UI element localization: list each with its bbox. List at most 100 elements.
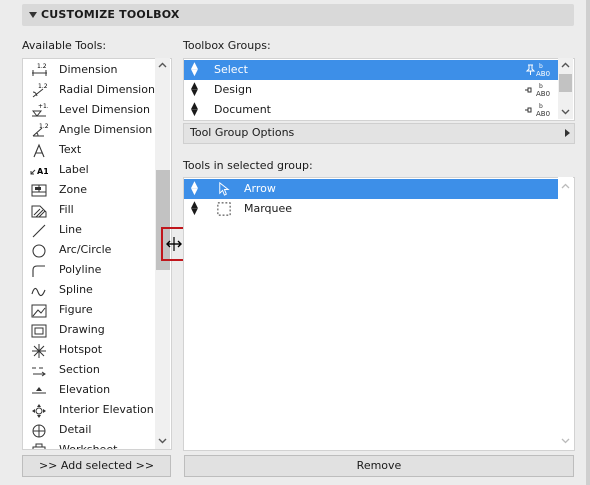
remove-button[interactable]: Remove — [184, 455, 574, 477]
group-tool-row[interactable]: ▲ ▼ Arrow — [184, 179, 558, 199]
available-tool-label: Figure — [59, 303, 93, 316]
dimension-icon: 1.2 — [32, 63, 47, 76]
label-icon: A1 — [30, 167, 48, 176]
available-tool-item[interactable]: Drawing — [23, 320, 156, 340]
available-tool-label: Detail — [59, 423, 92, 436]
group-tool-row[interactable]: ▲ ▼ Marquee — [184, 199, 558, 219]
svg-text:b: b — [539, 83, 543, 90]
scroll-up-icon[interactable] — [558, 58, 573, 73]
scroll-down-icon[interactable] — [558, 433, 573, 448]
available-tool-item[interactable]: Worksheet — [23, 440, 156, 450]
available-tool-label: Section — [59, 363, 100, 376]
tools-scrollbar[interactable] — [558, 177, 573, 449]
group-name: Select — [214, 63, 248, 76]
available-tool-label: Elevation — [59, 383, 111, 396]
available-tool-item[interactable]: Figure — [23, 300, 156, 320]
drag-reorder-icon[interactable]: ▲ ▼ — [191, 102, 198, 118]
panel-edge — [586, 0, 590, 485]
available-tool-label: Zone — [59, 183, 88, 196]
polyline-icon — [32, 265, 45, 277]
drag-reorder-icon[interactable]: ▲ ▼ — [191, 62, 198, 78]
scroll-up-icon[interactable] — [558, 179, 573, 194]
available-tool-label: Label — [59, 163, 89, 176]
hotspot-icon — [32, 344, 46, 358]
figure-icon — [31, 304, 47, 318]
available-tool-item[interactable]: Zone — [23, 180, 156, 200]
tools-in-group-label: Tools in selected group: — [183, 159, 313, 172]
drag-reorder-icon[interactable]: ▲ ▼ — [191, 82, 198, 98]
svg-text:AB0: AB0 — [536, 110, 550, 118]
line-icon — [32, 224, 46, 238]
link-label-icon: AB0b — [525, 103, 550, 118]
worksheet-icon — [32, 443, 46, 449]
svg-text:AB0: AB0 — [536, 70, 550, 78]
available-tools-list[interactable]: 1.2 Dimension 1.2 Radial Dimension +1.2 Level… — [22, 58, 172, 450]
arrow-cursor-icon — [219, 181, 230, 196]
available-tool-label: Arc/Circle — [59, 243, 112, 256]
tool-group-options-label: Tool Group Options — [190, 126, 295, 139]
available-tool-label: Fill — [59, 203, 74, 216]
radial-dimension-icon: 1.2 — [32, 83, 48, 98]
svg-text:+1.2: +1.2 — [38, 103, 48, 110]
svg-text:b: b — [539, 103, 543, 110]
fill-icon — [31, 205, 47, 218]
available-tools-label: Available Tools: — [22, 39, 107, 52]
toolbox-group-row[interactable]: ▲ ▼ Document AB0 b — [184, 100, 558, 120]
available-tool-label: Interior Elevation — [59, 403, 154, 416]
available-tool-item[interactable]: 1.2 Dimension — [23, 60, 156, 80]
available-tool-item[interactable]: +1.2 Level Dimension — [23, 100, 156, 120]
drag-reorder-icon[interactable]: ▲ ▼ — [191, 181, 198, 197]
tools-in-group-list[interactable]: ▲ ▼ Arrow ▲ ▼ Marquee — [183, 177, 575, 451]
arc-circle-icon — [32, 244, 46, 258]
available-tool-item[interactable]: A1 Label — [23, 160, 156, 180]
group-name: Design — [214, 83, 252, 96]
available-tool-item[interactable]: Detail — [23, 420, 156, 440]
available-tool-item[interactable]: Spline — [23, 280, 156, 300]
resize-horizontal-icon — [166, 237, 182, 251]
available-tool-label: Drawing — [59, 323, 105, 336]
scrollbar-thumb[interactable] — [559, 74, 572, 92]
toolbox-groups-list[interactable]: ▲ ▼ Select AB0 b ▲ ▼ Design AB0 b ▲ ▼ Document AB0 b — [183, 58, 575, 121]
available-tool-label: Polyline — [59, 263, 102, 276]
available-tool-item[interactable]: Section — [23, 360, 156, 380]
available-tool-item[interactable]: Hotspot — [23, 340, 156, 360]
collapse-triangle-icon — [29, 12, 37, 18]
toolbox-group-row[interactable]: ▲ ▼ Design AB0 b — [184, 80, 558, 100]
svg-text:AB0: AB0 — [536, 90, 550, 98]
marquee-icon — [217, 202, 231, 216]
group-tool-label: Marquee — [244, 202, 293, 215]
available-tool-item[interactable]: Elevation — [23, 380, 156, 400]
scroll-up-icon[interactable] — [155, 58, 170, 73]
level-dimension-icon: +1.2 — [31, 103, 48, 117]
toolbox-group-row[interactable]: ▲ ▼ Select AB0 b — [184, 60, 558, 80]
available-tool-item[interactable]: 1.2 Radial Dimension — [23, 80, 156, 100]
drag-reorder-icon[interactable]: ▲ ▼ — [191, 201, 198, 217]
available-tool-label: Worksheet — [59, 443, 118, 450]
available-tool-item[interactable]: Text — [23, 140, 156, 160]
svg-text:b: b — [539, 63, 543, 70]
available-tool-item[interactable]: Fill — [23, 200, 156, 220]
available-tool-label: Radial Dimension — [59, 83, 155, 96]
panel-title: CUSTOMIZE TOOLBOX — [41, 8, 180, 21]
elevation-icon — [32, 387, 46, 394]
link-label-icon: AB0b — [525, 83, 550, 98]
available-tool-item[interactable]: 1.2 Angle Dimension — [23, 120, 156, 140]
available-tool-label: Hotspot — [59, 343, 103, 356]
scroll-down-icon[interactable] — [155, 433, 170, 448]
spline-icon — [31, 287, 46, 297]
detail-icon — [32, 424, 46, 438]
section-icon — [32, 367, 46, 377]
svg-text:A1: A1 — [37, 167, 48, 176]
scroll-down-icon[interactable] — [558, 104, 573, 119]
available-tool-item[interactable]: Arc/Circle — [23, 240, 156, 260]
text-icon — [33, 143, 45, 158]
available-tool-item[interactable]: Polyline — [23, 260, 156, 280]
customize-toolbox-header[interactable]: CUSTOMIZE TOOLBOX — [22, 4, 574, 26]
tool-group-options-bar[interactable]: Tool Group Options — [183, 123, 575, 144]
group-name: Document — [214, 103, 271, 116]
available-tool-item[interactable]: Interior Elevation — [23, 400, 156, 420]
available-tool-item[interactable]: Line — [23, 220, 156, 240]
available-tool-label: Line — [59, 223, 82, 236]
interior-elevation-icon — [32, 404, 46, 418]
add-selected-button[interactable]: >> Add selected >> — [22, 455, 171, 477]
